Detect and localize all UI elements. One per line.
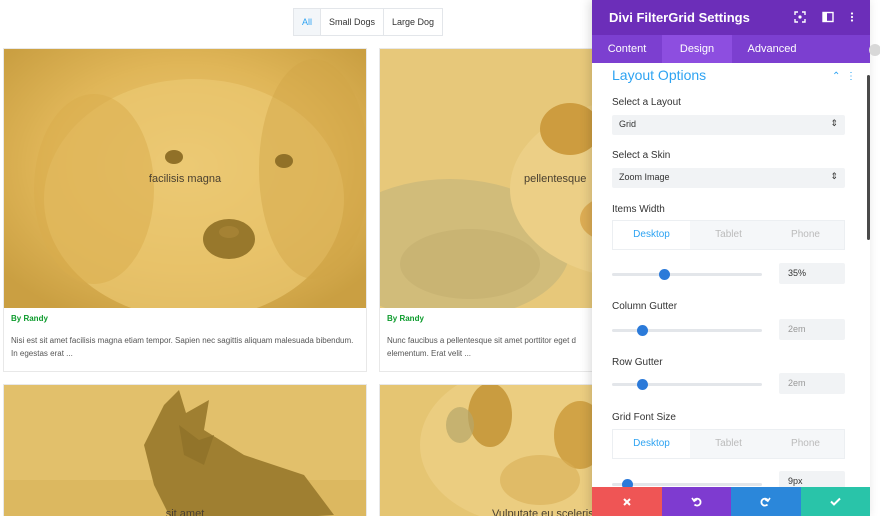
row-gutter-label: Row Gutter: [612, 357, 663, 368]
settings-panel: Divi FilterGrid Settings Content Design …: [592, 0, 870, 516]
undo-button[interactable]: [661, 487, 731, 516]
skin-select[interactable]: Zoom Image ⇕: [612, 168, 845, 188]
column-gutter-label: Column Gutter: [612, 301, 678, 312]
layout-label: Select a Layout: [612, 97, 681, 108]
card-caption: facilisis magna: [148, 173, 222, 185]
device-tab-phone[interactable]: Phone: [767, 430, 844, 458]
items-width-device-tabs: Desktop Tablet Phone: [612, 220, 845, 250]
panel-tab-bar: Content Design Advanced: [592, 35, 870, 63]
redo-icon: [760, 497, 771, 507]
items-width-slider[interactable]: [612, 269, 762, 280]
filter-bar: All Small Dogs Large Dog: [293, 8, 444, 36]
save-button[interactable]: [800, 487, 870, 516]
card-author[interactable]: By Randy: [387, 314, 424, 323]
row-gutter-input[interactable]: 2em: [779, 373, 845, 394]
redo-button[interactable]: [731, 487, 801, 516]
tab-advanced[interactable]: Advanced: [732, 35, 812, 63]
column-gutter-input[interactable]: 2em: [779, 319, 845, 340]
close-icon: [623, 497, 631, 506]
grid-font-size-value: 9px: [788, 476, 803, 486]
grid-card[interactable]: facilisis magna By Randy Nisi est sit am…: [3, 48, 367, 372]
device-tab-tablet[interactable]: Tablet: [690, 430, 767, 458]
card-image[interactable]: sit amet: [4, 385, 366, 516]
panel-header: Divi FilterGrid Settings: [592, 0, 870, 35]
grid-font-size-label: Grid Font Size: [612, 412, 676, 423]
select-arrows-icon: ⇕: [830, 171, 838, 181]
filter-small-dogs[interactable]: Small Dogs: [321, 9, 385, 35]
panel-title: Divi FilterGrid Settings: [609, 10, 750, 25]
device-tab-phone[interactable]: Phone: [767, 221, 844, 249]
device-tab-desktop[interactable]: Desktop: [613, 221, 690, 249]
filter-large-dog[interactable]: Large Dog: [384, 9, 442, 35]
select-arrows-icon: ⇕: [830, 118, 838, 128]
skin-select-value: Zoom Image: [619, 172, 670, 182]
check-icon: [830, 497, 841, 506]
page: All Small Dogs Large Dog facilisis magna…: [0, 0, 880, 516]
grid-font-size-input[interactable]: 9px: [779, 471, 845, 487]
filter-all[interactable]: All: [294, 9, 322, 35]
focus-icon[interactable]: [794, 11, 806, 23]
tab-design[interactable]: Design: [662, 35, 732, 63]
chevron-up-icon[interactable]: ⌃: [832, 71, 840, 82]
items-width-value: 35%: [788, 268, 807, 278]
card-caption: sit amet: [165, 508, 205, 516]
grid-font-size-slider[interactable]: [612, 479, 762, 487]
slider-handle[interactable]: [636, 325, 648, 336]
column-gutter-value: 2em: [788, 324, 806, 334]
grid-font-size-device-tabs: Desktop Tablet Phone: [612, 429, 845, 459]
layout-select-value: Grid: [619, 119, 637, 129]
row-gutter-slider[interactable]: [612, 379, 762, 390]
card-author[interactable]: By Randy: [11, 314, 48, 323]
slider-handle[interactable]: [659, 269, 670, 280]
slider-handle[interactable]: [621, 479, 633, 487]
column-gutter-slider[interactable]: [612, 325, 762, 336]
grid-card[interactable]: sit amet: [3, 384, 367, 516]
items-width-input[interactable]: 35%: [779, 263, 845, 284]
row-gutter-value: 2em: [788, 378, 806, 388]
layout-select[interactable]: Grid ⇕: [612, 115, 845, 135]
device-tab-tablet[interactable]: Tablet: [690, 221, 767, 249]
discard-button[interactable]: [592, 487, 662, 516]
skin-label: Select a Skin: [612, 150, 671, 161]
undo-icon: [691, 497, 702, 507]
close-panel-icon[interactable]: [869, 44, 880, 56]
panel-body: Layout Options ⌃ ⋮ Select a Layout Grid …: [592, 63, 870, 487]
device-tab-desktop[interactable]: Desktop: [613, 430, 690, 458]
section-controls: ⌃ ⋮: [832, 71, 856, 82]
split-view-icon[interactable]: [822, 11, 834, 23]
section-more-icon[interactable]: ⋮: [846, 71, 856, 82]
tab-content[interactable]: Content: [592, 35, 662, 63]
items-width-label: Items Width: [612, 204, 665, 215]
panel-footer: [592, 487, 870, 516]
card-image[interactable]: facilisis magna: [4, 49, 366, 308]
more-options-icon[interactable]: [846, 11, 858, 23]
card-excerpt: Nunc faucibus a pellentesque sit amet po…: [387, 336, 576, 358]
slider-handle[interactable]: [636, 379, 648, 390]
panel-scrollbar[interactable]: [867, 75, 870, 240]
image-overlay: [4, 385, 366, 516]
card-excerpt: Nisi est sit amet facilisis magna etiam …: [11, 336, 354, 358]
section-title[interactable]: Layout Options: [612, 67, 706, 83]
